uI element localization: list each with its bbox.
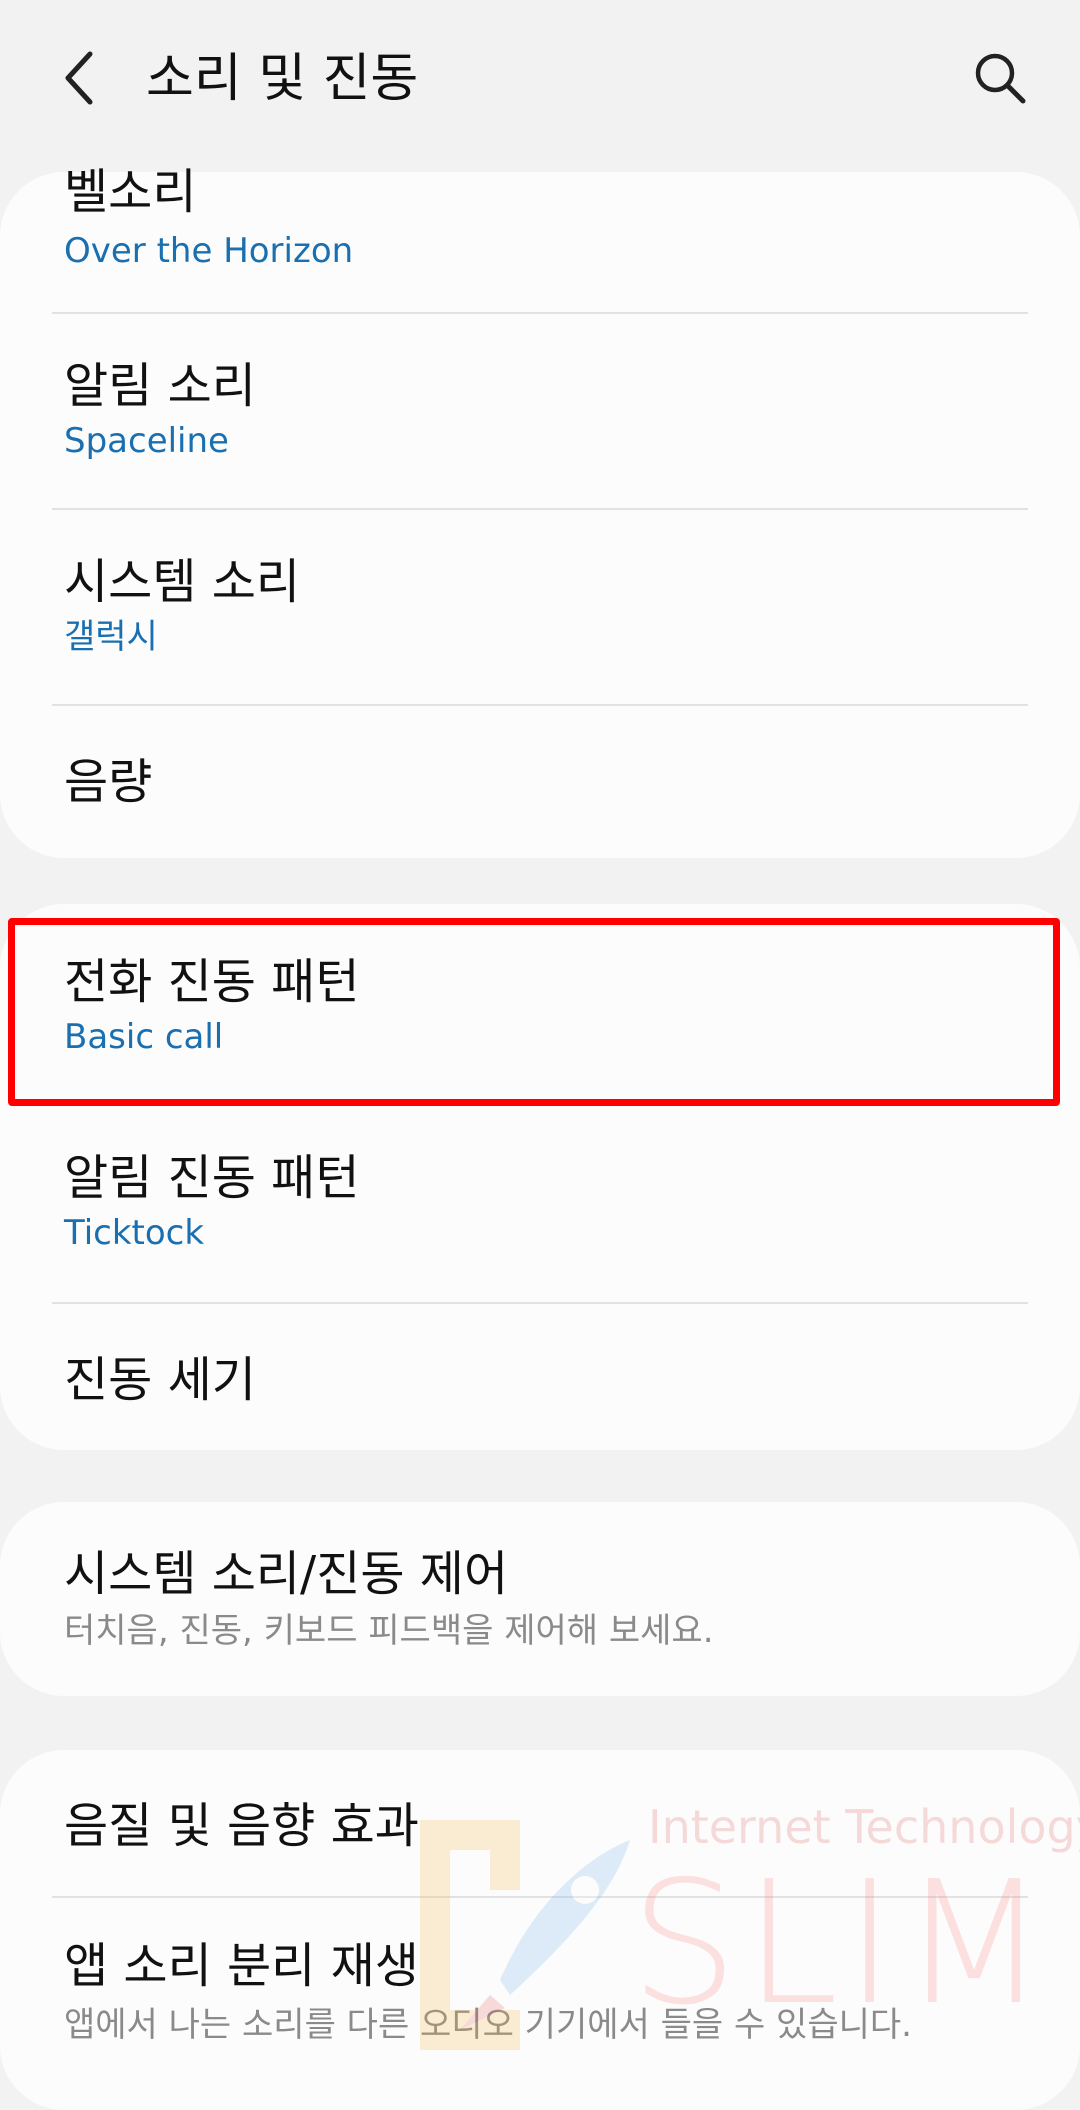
- search-button[interactable]: [966, 44, 1034, 112]
- setting-title: 알림 소리: [64, 358, 256, 414]
- setting-system-sound[interactable]: 시스템 소리 갤럭시: [0, 510, 1080, 704]
- setting-title: 앱 소리 분리 재생: [64, 1938, 419, 1994]
- settings-group-audio: 음질 및 음향 효과 앱 소리 분리 재생 앱에서 나는 소리를 다른 오디오 …: [0, 1750, 1080, 2110]
- setting-call-vibration-pattern[interactable]: 전화 진동 패턴 Basic call: [0, 904, 1080, 1098]
- setting-title: 전화 진동 패턴: [64, 954, 360, 1010]
- setting-title: 시스템 소리: [64, 554, 301, 610]
- setting-title: 진동 세기: [64, 1352, 256, 1408]
- setting-sound-quality-effects[interactable]: 음질 및 음향 효과: [0, 1750, 1080, 1896]
- setting-system-sound-vibration-control[interactable]: 시스템 소리/진동 제어 터치음, 진동, 키보드 피드백을 제어해 보세요.: [0, 1502, 1080, 1696]
- setting-value: Ticktock: [64, 1213, 205, 1253]
- search-icon: [975, 53, 1026, 104]
- setting-title: 벨소리: [64, 164, 197, 220]
- setting-description: 터치음, 진동, 키보드 피드백을 제어해 보세요.: [64, 1611, 714, 1651]
- setting-volume[interactable]: 음량: [0, 706, 1080, 858]
- setting-title: 음량: [64, 754, 153, 810]
- chevron-left-icon: [65, 51, 93, 105]
- setting-value: Basic call: [64, 1017, 224, 1057]
- setting-value: Over the Horizon: [64, 231, 354, 271]
- setting-title: 음질 및 음향 효과: [64, 1798, 419, 1854]
- back-button[interactable]: [52, 38, 108, 118]
- setting-title: 알림 진동 패턴: [64, 1150, 360, 1206]
- setting-separate-app-sound[interactable]: 앱 소리 분리 재생 앱에서 나는 소리를 다른 오디오 기기에서 들을 수 있…: [0, 1898, 1080, 2110]
- setting-vibration-intensity[interactable]: 진동 세기: [0, 1304, 1080, 1450]
- settings-group-vibration: 전화 진동 패턴 Basic call 알림 진동 패턴 Ticktock 진동…: [0, 904, 1080, 1450]
- setting-description: 앱에서 나는 소리를 다른 오디오 기기에서 들을 수 있습니다.: [64, 2005, 912, 2045]
- setting-value: Spaceline: [64, 421, 229, 461]
- setting-notification-sound[interactable]: 알림 소리 Spaceline: [0, 314, 1080, 508]
- setting-value: 갤럭시: [64, 617, 158, 657]
- settings-group-sound: 벨소리 Over the Horizon 알림 소리 Spaceline 시스템…: [0, 164, 1080, 858]
- page-title: 소리 및 진동: [146, 49, 419, 109]
- setting-title: 시스템 소리/진동 제어: [64, 1546, 509, 1602]
- settings-group-system-control: 시스템 소리/진동 제어 터치음, 진동, 키보드 피드백을 제어해 보세요.: [0, 1502, 1080, 1696]
- setting-notification-vibration-pattern[interactable]: 알림 진동 패턴 Ticktock: [0, 1098, 1080, 1292]
- app-bar: 소리 및 진동: [0, 0, 1080, 160]
- setting-ringtone[interactable]: 벨소리 Over the Horizon: [0, 164, 1080, 312]
